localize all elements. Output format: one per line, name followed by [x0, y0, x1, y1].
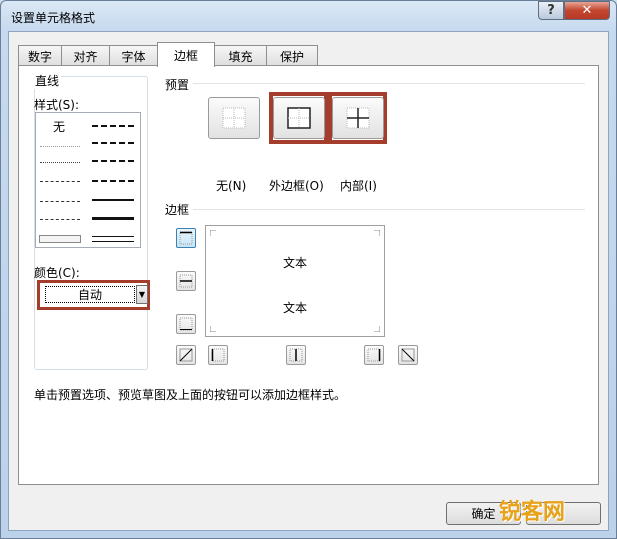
- corner-mark-icon: [374, 326, 380, 332]
- border-preview[interactable]: 文本 文本: [205, 225, 385, 337]
- tab-number[interactable]: 数字: [18, 45, 62, 66]
- line-style-dash-dot-dot[interactable]: [40, 181, 80, 182]
- line-style-thick[interactable]: [92, 217, 134, 220]
- border-inside-horizontal-icon: [179, 274, 193, 288]
- corner-mark-icon: [374, 230, 380, 236]
- tab-border[interactable]: 边框: [157, 42, 215, 67]
- border-separator: [193, 209, 585, 210]
- color-highlight-frame: 自动 ▼: [37, 280, 150, 310]
- color-label: 颜色(C):: [34, 266, 80, 280]
- dialog-title: 设置单元格格式: [11, 11, 96, 25]
- color-dropdown-arrow[interactable]: ▼: [136, 285, 148, 304]
- help-button[interactable]: ?: [538, 1, 564, 20]
- preview-text-top: 文本: [282, 256, 307, 270]
- border-right-icon: [367, 348, 381, 362]
- border-diagonal-up-button[interactable]: [176, 345, 196, 365]
- border-top-button[interactable]: [176, 228, 196, 248]
- title-bar: 设置单元格格式 ? ✕: [1, 1, 616, 31]
- border-bottom-icon: [179, 317, 193, 331]
- style-label: 样式(S):: [34, 98, 80, 112]
- tab-protection[interactable]: 保护: [266, 45, 318, 66]
- border-top-icon: [179, 231, 193, 245]
- presets-separator: [193, 83, 585, 84]
- preset-inside-label: 内部(I): [340, 179, 377, 193]
- preview-text-bottom: 文本: [282, 301, 307, 315]
- border-inside-icon: [346, 107, 370, 129]
- line-style-slanted-dash-dot[interactable]: [92, 142, 134, 144]
- line-style-medium-dashed[interactable]: [92, 180, 134, 182]
- border-left-button[interactable]: [208, 345, 228, 365]
- border-left-icon: [211, 348, 225, 362]
- line-style-dash-dot[interactable]: [40, 201, 80, 202]
- dialog-body: 数字 对齐 字体 边框 填充 保护 直线 样式(S): 无 颜色(C): 自动 …: [8, 31, 609, 531]
- line-style-list[interactable]: 无: [35, 112, 141, 248]
- line-group-title: 直线: [33, 72, 62, 89]
- tab-font[interactable]: 字体: [109, 45, 158, 66]
- border-title: 边框: [165, 203, 190, 217]
- line-style-dashed[interactable]: [40, 219, 80, 220]
- presets-title: 预置: [165, 78, 190, 92]
- preset-none-button[interactable]: [208, 97, 260, 139]
- border-middle-horizontal-button[interactable]: [176, 271, 196, 291]
- diagonal-down-icon: [401, 348, 415, 362]
- border-middle-vertical-button[interactable]: [286, 345, 306, 365]
- preset-inside-button[interactable]: [332, 97, 384, 139]
- corner-mark-icon: [210, 326, 216, 332]
- border-none-icon: [222, 107, 246, 129]
- diagonal-up-icon: [179, 348, 193, 362]
- border-right-button[interactable]: [364, 345, 384, 365]
- border-inside-vertical-icon: [289, 348, 303, 362]
- border-bottom-button[interactable]: [176, 314, 196, 334]
- line-style-none[interactable]: 无: [53, 118, 65, 135]
- preset-outline-label: 外边框(O): [269, 179, 324, 193]
- line-style-thin-selected[interactable]: [39, 235, 81, 243]
- border-tab-panel: 直线 样式(S): 无 颜色(C): 自动 ▼ 预置 无(N) 外边框(O) 内…: [18, 65, 599, 485]
- line-style-dotted[interactable]: [40, 162, 80, 163]
- hint-text: 单击预置选项、预览草图及上面的按钮可以添加边框样式。: [34, 388, 347, 402]
- line-style-medium-dash-dot[interactable]: [92, 160, 134, 162]
- border-outline-icon: [287, 107, 311, 129]
- tab-alignment[interactable]: 对齐: [61, 45, 110, 66]
- color-select[interactable]: 自动: [45, 286, 135, 303]
- format-cells-dialog: 设置单元格格式 ? ✕ 数字 对齐 字体 边框 填充 保护 直线 样式(S): …: [0, 0, 617, 539]
- close-button[interactable]: ✕: [564, 1, 610, 20]
- watermark-logo: 锐客网: [499, 500, 566, 525]
- preset-outline-button[interactable]: [273, 97, 325, 139]
- line-style-double[interactable]: [92, 236, 134, 242]
- border-diagonal-down-button[interactable]: [398, 345, 418, 365]
- line-style-medium-dash-dot-dot[interactable]: [92, 125, 134, 127]
- line-style-hair[interactable]: [40, 146, 80, 147]
- corner-mark-icon: [210, 230, 216, 236]
- line-style-medium[interactable]: [92, 199, 134, 201]
- tab-fill[interactable]: 填充: [214, 45, 267, 66]
- preset-none-label: 无(N): [216, 179, 247, 193]
- chevron-down-icon: ▼: [138, 290, 146, 299]
